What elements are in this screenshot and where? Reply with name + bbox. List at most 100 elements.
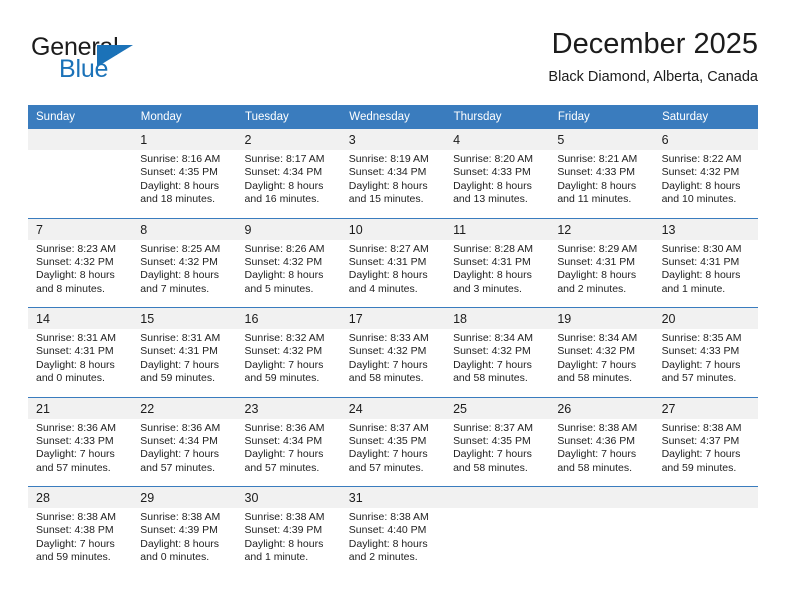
day-number-empty bbox=[549, 486, 654, 508]
day-details: Sunrise: 8:29 AM Sunset: 4:31 PM Daylight:… bbox=[549, 239, 654, 308]
day-details: Sunrise: 8:33 AM Sunset: 4:32 PM Daylight:… bbox=[340, 329, 446, 397]
day-detail-line: Daylight: 8 hours bbox=[140, 269, 220, 282]
day-number[interactable]: 25 bbox=[445, 396, 550, 419]
day-detail-line: Sunrise: 8:30 AM bbox=[661, 242, 742, 255]
day-detail-line: and 0 minutes. bbox=[36, 372, 105, 385]
day-detail-line: Sunset: 4:34 PM bbox=[140, 434, 218, 447]
day-detail-line: Sunrise: 8:37 AM bbox=[453, 421, 534, 434]
week-info-row: Sunrise: 8:31 AM Sunset: 4:31 PM Daylight:… bbox=[28, 329, 758, 397]
day-number[interactable]: 26 bbox=[549, 396, 654, 419]
day-detail-line: Sunrise: 8:19 AM bbox=[348, 153, 429, 165]
day-number[interactable]: 16 bbox=[236, 307, 341, 329]
day-detail-line: Sunrise: 8:36 AM bbox=[244, 421, 325, 434]
day-detail-line: Daylight: 7 hours bbox=[36, 537, 115, 550]
week-info-row: Sunrise: 8:23 AM Sunset: 4:32 PM Daylight:… bbox=[28, 239, 758, 308]
page-header: General Blue December 2025 Black Diamond… bbox=[28, 26, 758, 98]
day-number[interactable]: 17 bbox=[340, 307, 446, 329]
day-number[interactable]: 6 bbox=[653, 129, 758, 150]
day-detail-line: Sunrise: 8:34 AM bbox=[453, 332, 534, 344]
day-detail-line: Sunrise: 8:20 AM bbox=[453, 153, 534, 165]
day-detail-line: and 57 minutes. bbox=[244, 461, 320, 474]
day-detail-line: Sunrise: 8:33 AM bbox=[348, 332, 429, 344]
day-number[interactable]: 11 bbox=[445, 217, 550, 240]
day-detail-line: Sunrise: 8:38 AM bbox=[244, 511, 325, 523]
day-number[interactable]: 31 bbox=[340, 486, 446, 508]
day-details-empty bbox=[549, 508, 654, 576]
day-detail-line: Sunrise: 8:32 AM bbox=[244, 332, 325, 344]
day-detail-line: Daylight: 7 hours bbox=[661, 358, 741, 371]
day-detail-line: and 2 minutes. bbox=[557, 282, 627, 295]
day-details: Sunrise: 8:38 AM Sunset: 4:38 PM Daylight:… bbox=[28, 508, 133, 576]
day-detail-line: Sunset: 4:31 PM bbox=[140, 345, 218, 358]
day-detail-line: Daylight: 8 hours bbox=[348, 537, 428, 550]
day-details: Sunrise: 8:35 AM Sunset: 4:33 PM Daylight:… bbox=[653, 329, 758, 397]
day-number[interactable]: 14 bbox=[28, 307, 133, 329]
day-details: Sunrise: 8:34 AM Sunset: 4:32 PM Daylight:… bbox=[445, 329, 550, 397]
day-number[interactable]: 23 bbox=[236, 396, 341, 419]
day-detail-line: Daylight: 7 hours bbox=[453, 358, 532, 371]
day-detail-line: Sunrise: 8:38 AM bbox=[348, 511, 429, 523]
day-details: Sunrise: 8:38 AM Sunset: 4:37 PM Daylight:… bbox=[653, 418, 758, 487]
day-detail-line: and 0 minutes. bbox=[140, 551, 210, 564]
weekday-header-thursday: Thursday bbox=[445, 105, 550, 129]
day-detail-line: Sunset: 4:34 PM bbox=[244, 166, 323, 179]
day-detail-line: Sunrise: 8:22 AM bbox=[661, 153, 742, 165]
day-number[interactable]: 15 bbox=[132, 307, 237, 329]
day-detail-line: Sunrise: 8:29 AM bbox=[557, 242, 638, 255]
day-detail-line: Sunset: 4:39 PM bbox=[244, 524, 323, 537]
day-detail-line: Sunset: 4:31 PM bbox=[557, 255, 635, 268]
day-number[interactable]: 21 bbox=[28, 396, 133, 419]
day-number[interactable]: 29 bbox=[132, 486, 237, 508]
day-number[interactable]: 30 bbox=[236, 486, 341, 508]
day-details: Sunrise: 8:38 AM Sunset: 4:40 PM Daylight:… bbox=[340, 508, 446, 576]
week-info-row: Sunrise: 8:36 AM Sunset: 4:33 PM Daylight:… bbox=[28, 418, 758, 487]
day-detail-line: Sunset: 4:35 PM bbox=[348, 434, 427, 447]
general-blue-logo[interactable]: General Blue bbox=[31, 33, 151, 89]
day-detail-line: Sunrise: 8:25 AM bbox=[140, 242, 221, 255]
day-detail-line: Sunrise: 8:36 AM bbox=[140, 421, 221, 434]
day-number[interactable]: 4 bbox=[445, 129, 550, 150]
day-detail-line: and 10 minutes. bbox=[661, 193, 737, 206]
day-number[interactable]: 22 bbox=[132, 396, 237, 419]
day-number[interactable]: 27 bbox=[653, 396, 758, 419]
day-number[interactable]: 12 bbox=[549, 217, 654, 240]
day-detail-line: Sunset: 4:31 PM bbox=[453, 255, 531, 268]
day-detail-line: and 1 minute. bbox=[661, 282, 726, 295]
day-detail-line: and 8 minutes. bbox=[36, 282, 105, 295]
day-detail-line: Sunrise: 8:38 AM bbox=[557, 421, 638, 434]
day-number-empty bbox=[653, 486, 758, 508]
day-number-empty bbox=[28, 129, 133, 150]
day-detail-line: Daylight: 7 hours bbox=[244, 358, 324, 371]
day-number[interactable]: 10 bbox=[340, 217, 446, 240]
day-number[interactable]: 3 bbox=[340, 129, 446, 150]
day-detail-line: Daylight: 8 hours bbox=[661, 179, 741, 192]
day-number[interactable]: 20 bbox=[653, 307, 758, 329]
day-number[interactable]: 8 bbox=[132, 217, 237, 240]
day-detail-line: Daylight: 8 hours bbox=[36, 358, 115, 371]
week-number-row: 14 15 16 17 18 19 20 bbox=[28, 307, 758, 329]
day-detail-line: Sunset: 4:32 PM bbox=[140, 255, 218, 268]
day-number[interactable]: 1 bbox=[132, 129, 237, 150]
day-number[interactable]: 7 bbox=[28, 217, 133, 240]
day-number[interactable]: 13 bbox=[653, 217, 758, 240]
day-detail-line: Daylight: 8 hours bbox=[453, 179, 532, 192]
day-detail-line: Sunset: 4:32 PM bbox=[348, 345, 427, 358]
day-detail-line: Sunrise: 8:38 AM bbox=[661, 421, 742, 434]
day-number[interactable]: 28 bbox=[28, 486, 133, 508]
title-block: December 2025 Black Diamond, Alberta, Ca… bbox=[548, 26, 758, 88]
day-number[interactable]: 9 bbox=[236, 217, 341, 240]
day-detail-line: Sunset: 4:33 PM bbox=[36, 434, 114, 447]
day-detail-line: Sunset: 4:32 PM bbox=[244, 255, 323, 268]
day-number[interactable]: 19 bbox=[549, 307, 654, 329]
day-details: Sunrise: 8:34 AM Sunset: 4:32 PM Daylight:… bbox=[549, 329, 654, 397]
day-details: Sunrise: 8:17 AM Sunset: 4:34 PM Daylight:… bbox=[236, 150, 341, 218]
day-details: Sunrise: 8:38 AM Sunset: 4:39 PM Daylight:… bbox=[236, 508, 341, 576]
day-number[interactable]: 2 bbox=[236, 129, 341, 150]
day-detail-line: and 58 minutes. bbox=[453, 372, 528, 385]
day-detail-line: and 2 minutes. bbox=[348, 551, 418, 564]
day-detail-line: Sunset: 4:38 PM bbox=[36, 524, 114, 537]
day-number[interactable]: 18 bbox=[445, 307, 550, 329]
day-number[interactable]: 24 bbox=[340, 396, 446, 419]
day-number[interactable]: 5 bbox=[549, 129, 654, 150]
weekday-header-wednesday: Wednesday bbox=[340, 105, 446, 129]
